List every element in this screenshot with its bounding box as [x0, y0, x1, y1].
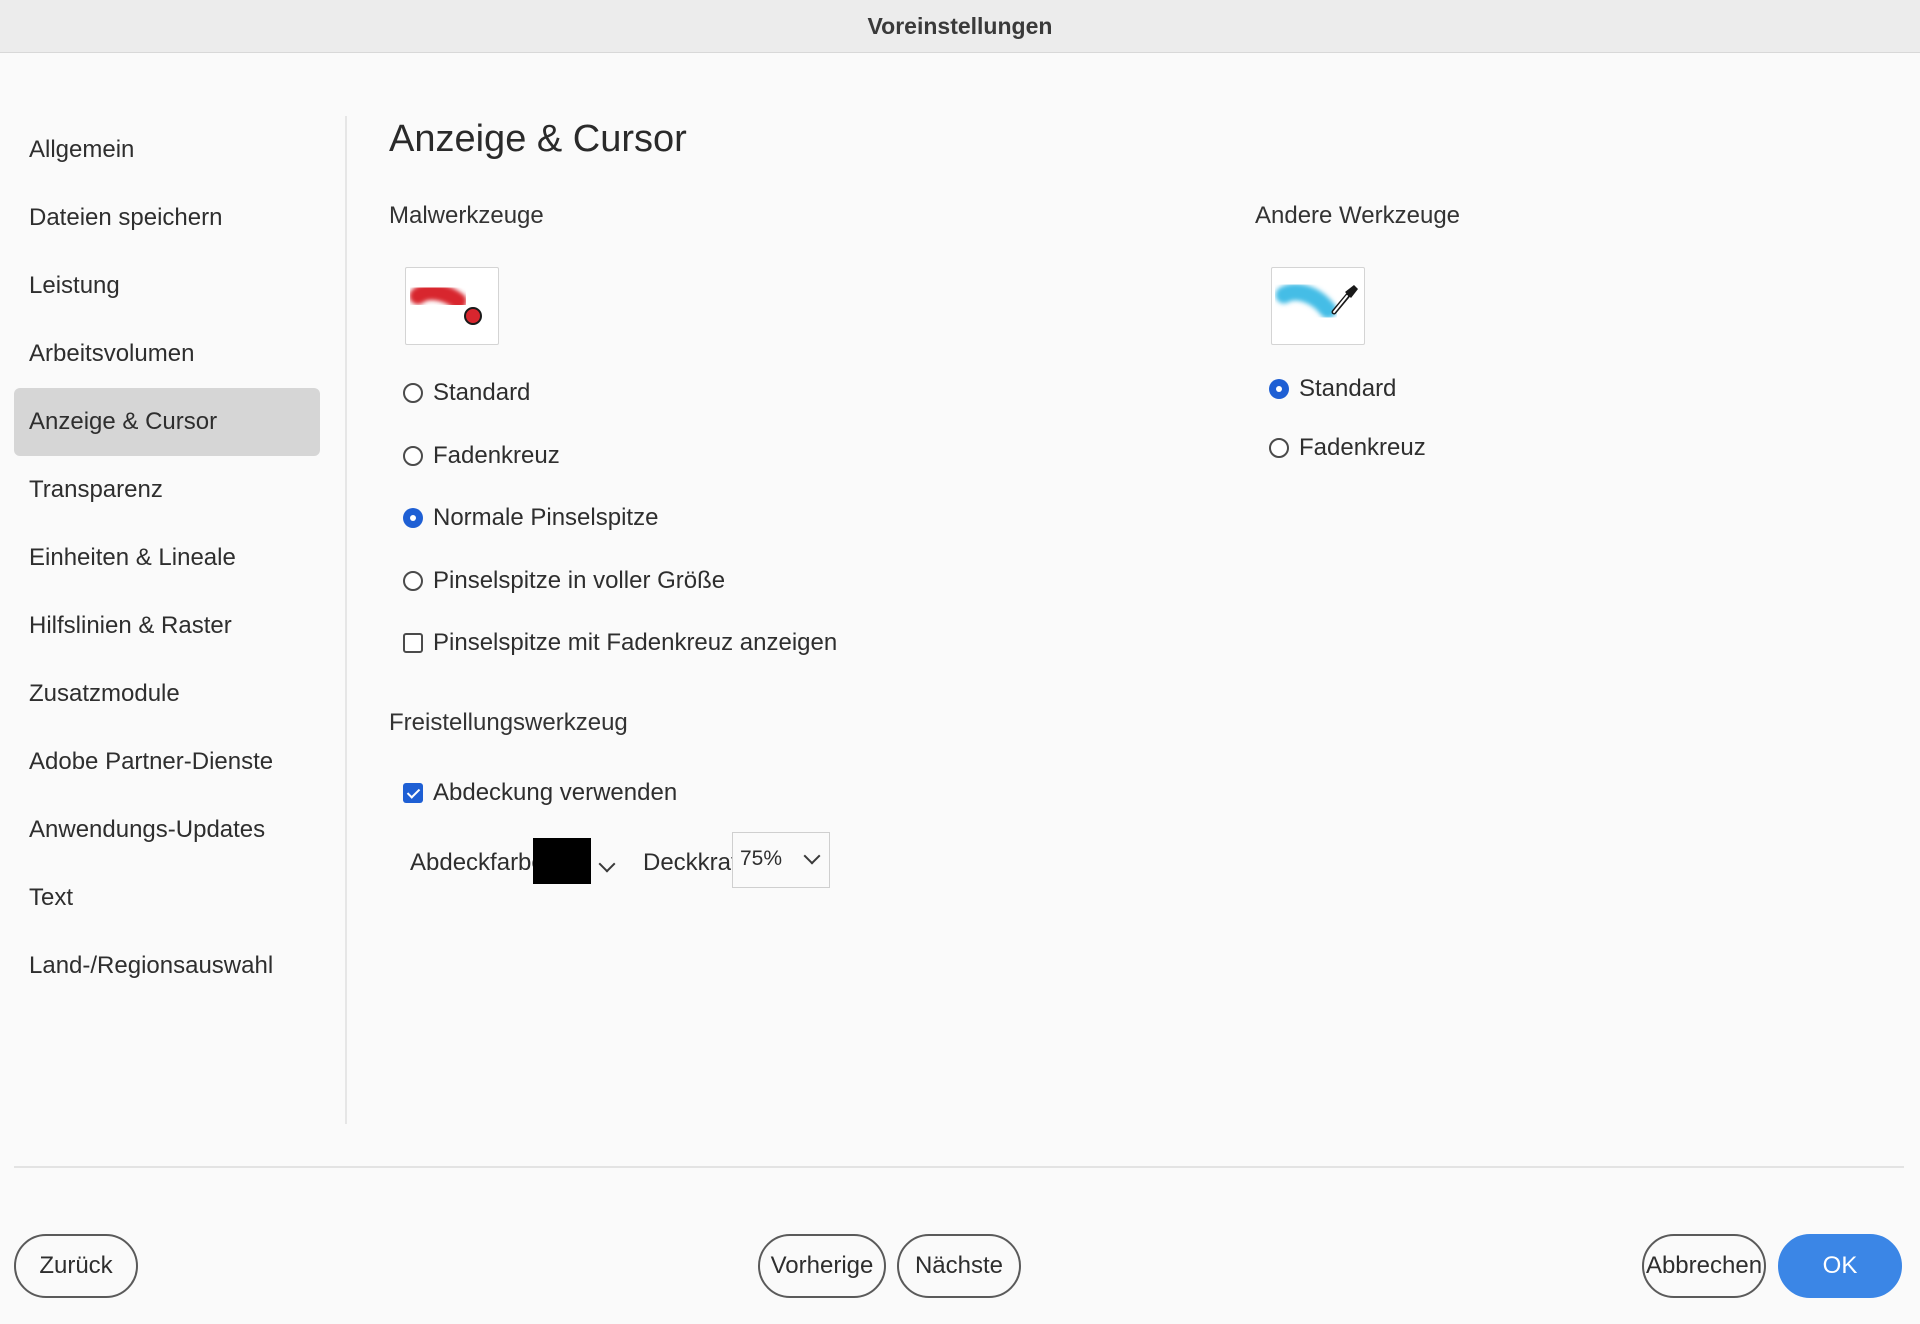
previous-button[interactable]: Vorherige — [758, 1234, 886, 1298]
checkbox-indicator — [403, 633, 423, 653]
page-title: Anzeige & Cursor — [389, 118, 687, 160]
radio-indicator — [403, 571, 423, 591]
option-label: Fadenkreuz — [1299, 434, 1426, 461]
next-button[interactable]: Nächste — [897, 1234, 1021, 1298]
option-label: Standard — [433, 379, 531, 406]
sidebar-item-arbeitsvolumen[interactable]: Arbeitsvolumen — [14, 320, 320, 388]
radio-indicator-selected — [1269, 379, 1289, 399]
title-bar: Voreinstellungen — [0, 0, 1920, 53]
sidebar-item-zusatzmodule[interactable]: Zusatzmodule — [14, 660, 320, 728]
option-label: Normale Pinselspitze — [433, 504, 659, 531]
sidebar-item-einheiten-lineale[interactable]: Einheiten & Lineale — [14, 524, 320, 592]
option-label: Standard — [1299, 375, 1397, 402]
shield-color-swatch[interactable] — [533, 838, 591, 884]
painting-cursor-preview — [405, 267, 499, 345]
footer-divider — [14, 1166, 1904, 1168]
painting-full-size-brush-tip-radio[interactable]: Pinselspitze in voller Größe — [403, 567, 725, 595]
checkbox-indicator-checked — [403, 783, 423, 803]
brush-stroke-preview-icon — [409, 283, 482, 325]
sidebar-item-land-regionsauswahl[interactable]: Land-/Regionsauswahl — [14, 932, 320, 1000]
painting-standard-radio[interactable]: Standard — [403, 379, 530, 407]
other-standard-radio[interactable]: Standard — [1269, 375, 1396, 403]
painting-normal-brush-tip-radio[interactable]: Normale Pinselspitze — [403, 504, 658, 532]
option-label: Fadenkreuz — [433, 442, 560, 469]
other-cursor-preview — [1271, 267, 1365, 345]
back-button[interactable]: Zurück — [14, 1234, 138, 1298]
sidebar-item-allgemein[interactable]: Allgemein — [14, 116, 320, 184]
radio-indicator — [1269, 438, 1289, 458]
opacity-value: 75% — [740, 847, 783, 870]
sidebar-item-adobe-partner-dienste[interactable]: Adobe Partner-Dienste — [14, 728, 320, 796]
sidebar-item-dateien-speichern[interactable]: Dateien speichern — [14, 184, 320, 252]
shield-color-label: Abdeckfarbe: — [410, 849, 552, 876]
radio-indicator — [403, 446, 423, 466]
show-crosshair-in-brush-tip-checkbox[interactable]: Pinselspitze mit Fadenkreuz anzeigen — [403, 629, 837, 657]
eyedropper-preview-icon — [1275, 283, 1358, 319]
option-label: Pinselspitze in voller Größe — [433, 567, 726, 594]
sidebar-item-hilfslinien-raster[interactable]: Hilfslinien & Raster — [14, 592, 320, 660]
option-label: Pinselspitze mit Fadenkreuz anzeigen — [433, 629, 838, 656]
sidebar-item-anwendungs-updates[interactable]: Anwendungs-Updates — [14, 796, 320, 864]
radio-indicator-selected — [403, 508, 423, 528]
cancel-button[interactable]: Abbrechen — [1642, 1234, 1766, 1298]
chevron-down-icon — [803, 847, 821, 865]
sidebar-item-leistung[interactable]: Leistung — [14, 252, 320, 320]
shield-color-chevron-down-icon[interactable] — [598, 855, 616, 873]
use-shield-checkbox[interactable]: Abdeckung verwenden — [403, 779, 677, 807]
sidebar-divider — [345, 116, 347, 1124]
section-label-crop-tool: Freistellungswerkzeug — [389, 709, 628, 736]
sidebar-item-transparenz[interactable]: Transparenz — [14, 456, 320, 524]
section-label-other-tools: Andere Werkzeuge — [1255, 202, 1461, 229]
option-label: Abdeckung verwenden — [433, 779, 678, 806]
painting-crosshair-radio[interactable]: Fadenkreuz — [403, 442, 560, 470]
section-label-painting-tools: Malwerkzeuge — [389, 202, 544, 229]
sidebar-item-anzeige-cursor[interactable]: Anzeige & Cursor — [14, 388, 320, 456]
sidebar-item-text[interactable]: Text — [14, 864, 320, 932]
ok-button[interactable]: OK — [1778, 1234, 1902, 1298]
sidebar: Allgemein Dateien speichern Leistung Arb… — [14, 116, 320, 1000]
opacity-select[interactable]: 75% — [732, 832, 830, 888]
radio-indicator — [403, 383, 423, 403]
other-crosshair-radio[interactable]: Fadenkreuz — [1269, 434, 1426, 462]
window-title: Voreinstellungen — [867, 12, 1053, 39]
